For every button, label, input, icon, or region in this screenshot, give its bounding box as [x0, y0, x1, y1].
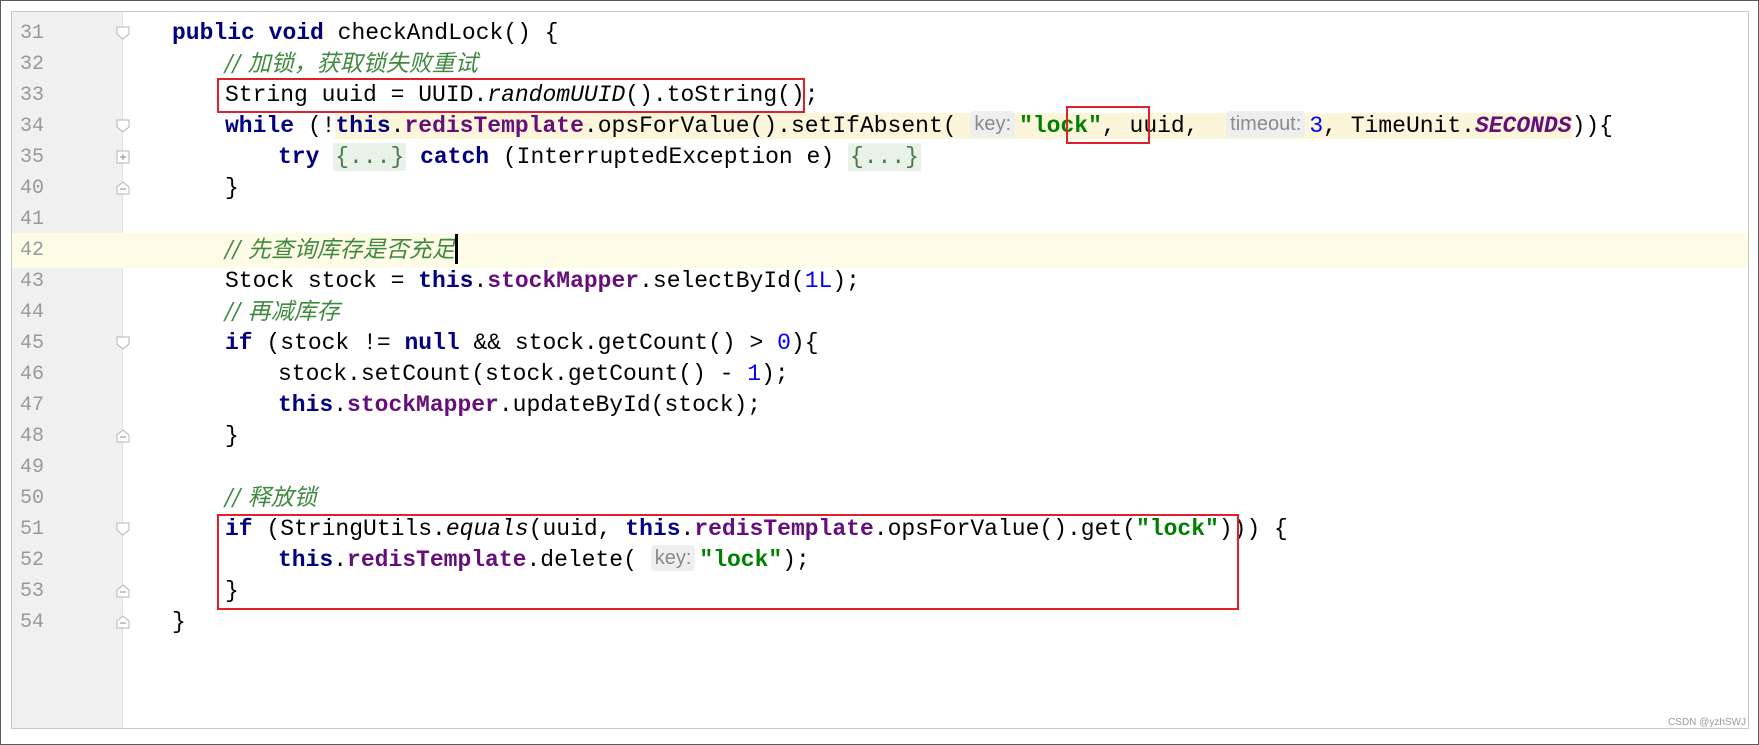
line-number: 32 [20, 53, 45, 76]
line-number: 51 [20, 518, 45, 541]
code-text: try {...} catch (InterruptedException e)… [278, 143, 921, 171]
folded-region[interactable]: {...} [847, 143, 921, 171]
line-number: 40 [20, 177, 45, 200]
line-number: 42 [20, 239, 45, 262]
code-line[interactable]: 49 [12, 450, 1748, 485]
line-number: 45 [20, 332, 45, 355]
fold-end-icon[interactable] [115, 428, 131, 444]
line-number: 31 [20, 22, 45, 45]
screenshot-frame: 31 public void checkAndLock() { 32 // 加锁… [0, 0, 1759, 745]
line-number: 53 [20, 580, 45, 603]
code-text: // 释放锁 [225, 485, 317, 511]
code-text: } [225, 423, 239, 449]
folded-region[interactable]: {...} [333, 143, 407, 171]
fold-open-icon[interactable] [115, 118, 131, 134]
code-text: Stock stock = this.stockMapper.selectByI… [225, 268, 860, 294]
line-number: 50 [20, 487, 45, 510]
code-line[interactable]: 45 if (stock != null && stock.getCount()… [12, 326, 1748, 361]
line-number: 34 [20, 115, 45, 138]
fold-open-icon[interactable] [115, 335, 131, 351]
code-line[interactable]: 46 stock.setCount(stock.getCount() - 1); [12, 357, 1748, 392]
fold-end-icon[interactable] [115, 180, 131, 196]
fold-end-icon[interactable] [115, 614, 131, 630]
code-line[interactable]: 40 } [12, 171, 1748, 206]
line-number: 35 [20, 146, 45, 169]
line-number: 44 [20, 301, 45, 324]
line-number: 48 [20, 425, 45, 448]
code-line[interactable]: 48 } [12, 419, 1748, 454]
fold-expand-icon[interactable] [115, 149, 131, 165]
fold-open-icon[interactable] [115, 25, 131, 41]
code-line[interactable]: 43 Stock stock = this.stockMapper.select… [12, 264, 1748, 299]
line-number: 52 [20, 549, 45, 572]
highlight-box-uuid-arg [1066, 106, 1150, 144]
line-number: 41 [20, 208, 45, 231]
code-text: stock.setCount(stock.getCount() - 1); [278, 361, 789, 387]
param-hint: key: [970, 110, 1016, 137]
code-text: this.stockMapper.updateById(stock); [278, 392, 762, 418]
code-line[interactable]: 35 try {...} catch (InterruptedException… [12, 140, 1748, 175]
code-line[interactable]: 32 // 加锁，获取锁失败重试 [12, 47, 1748, 82]
code-text: // 先查询库存是否充足 [225, 233, 458, 268]
code-line[interactable]: 31 public void checkAndLock() { [12, 16, 1748, 51]
code-line[interactable]: 34 while (!this.redisTemplate.opsForValu… [12, 109, 1748, 144]
code-text: while (!this.redisTemplate.opsForValue()… [225, 110, 1613, 139]
code-line[interactable]: 50 // 释放锁 [12, 481, 1748, 516]
fold-end-icon[interactable] [115, 583, 131, 599]
code-line[interactable]: 54 } [12, 605, 1748, 640]
code-editor[interactable]: 31 public void checkAndLock() { 32 // 加锁… [11, 11, 1749, 729]
line-number: 33 [20, 84, 45, 107]
code-line[interactable]: 44 // 再减库存 [12, 295, 1748, 330]
line-number: 43 [20, 270, 45, 293]
line-number: 49 [20, 456, 45, 479]
highlight-box-release-lock [217, 514, 1239, 610]
line-number: 54 [20, 611, 45, 634]
line-number: 47 [20, 394, 45, 417]
line-number: 46 [20, 363, 45, 386]
text-caret [454, 233, 458, 264]
code-text: } [225, 175, 239, 201]
code-text: if (stock != null && stock.getCount() > … [225, 330, 819, 356]
watermark: CSDN @yzhSWJ [1668, 717, 1746, 728]
code-line[interactable]: 41 [12, 202, 1748, 237]
code-text: } [172, 609, 186, 635]
code-line-current[interactable]: 42 // 先查询库存是否充足 [12, 233, 1748, 268]
code-text: // 再减库存 [225, 299, 340, 325]
code-text: // 加锁，获取锁失败重试 [225, 51, 478, 77]
code-line[interactable]: 47 this.stockMapper.updateById(stock); [12, 388, 1748, 423]
code-text: public void checkAndLock() { [172, 20, 559, 46]
fold-open-icon[interactable] [115, 521, 131, 537]
highlight-box-uuid-decl [217, 78, 805, 113]
param-hint: timeout: [1226, 110, 1306, 137]
